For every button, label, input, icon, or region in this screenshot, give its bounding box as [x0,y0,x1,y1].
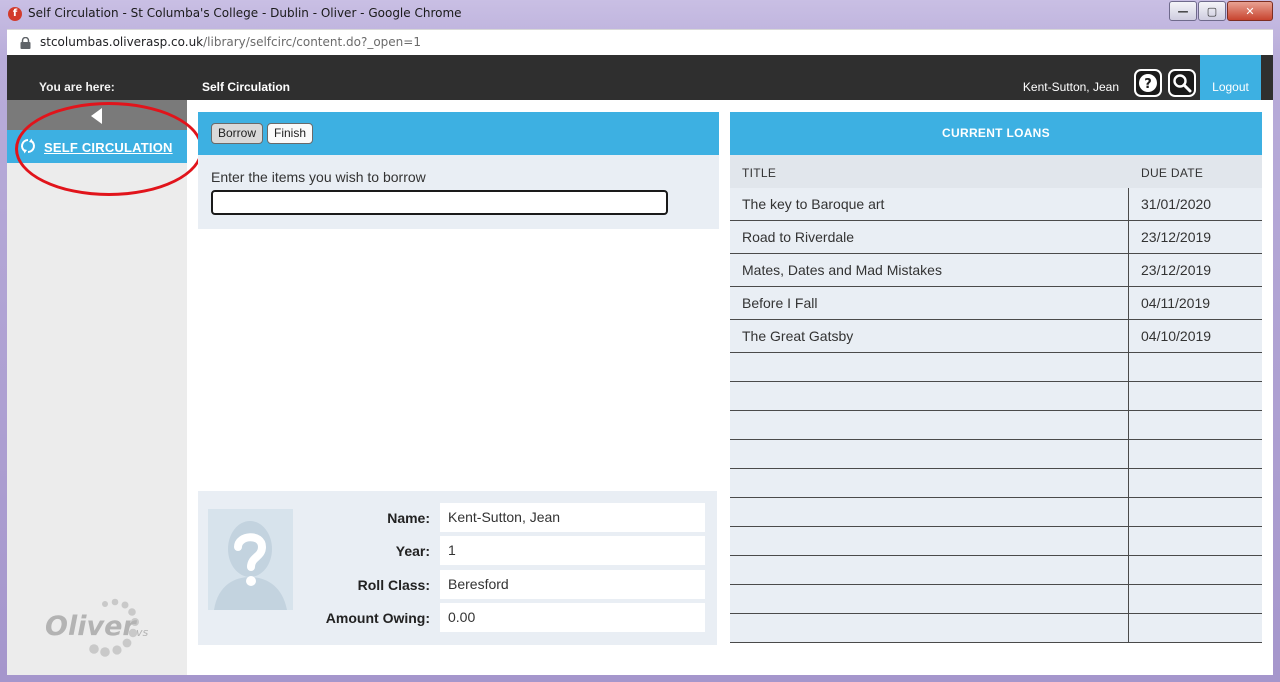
lock-icon [20,37,31,49]
url-text[interactable]: stcolumbas.oliverasp.co.uk/library/selfc… [40,35,421,49]
url-path: /library/selfcirc/content.do?_open=1 [203,35,421,49]
logout-button[interactable]: Logout [1200,55,1261,100]
amount-owing-label: Amount Owing: [325,610,430,626]
sidebar-item-self-circulation[interactable]: SELF CIRCULATION [7,130,187,163]
finish-button[interactable]: Finish [267,123,314,144]
loan-title: The Great Gatsby [742,328,854,344]
patron-amount-owing: 0.00 [440,603,705,632]
web-page: You are here: Self Circulation Kent-Sutt… [7,55,1273,675]
column-title-header[interactable]: TITLE [742,166,776,180]
help-glyph: ? [1144,77,1152,92]
roll-class-label: Roll Class: [357,577,430,593]
browser-window: f Self Circulation - St Columba's Colleg… [0,0,1280,682]
top-bar: You are here: Self Circulation Kent-Sutt… [7,55,1273,100]
help-icon: ? [1139,74,1157,92]
breadcrumb: Self Circulation [202,80,291,94]
search-icon [1173,74,1192,93]
you-are-here-label: You are here: [39,80,115,94]
borrow-button[interactable]: Borrow [211,123,264,144]
window-controls: — ▢ ✕ [1169,1,1273,21]
maximize-button[interactable]: ▢ [1198,1,1226,21]
table-row[interactable]: Road to Riverdale 23/12/2019 [730,221,1262,254]
borrow-prompt: Enter the items you wish to borrow [211,169,426,185]
loan-due-date: 04/10/2019 [1141,328,1212,344]
empty-table-row [730,469,1262,498]
borrow-item-input[interactable] [211,190,668,215]
patron-year: 1 [440,536,705,565]
close-window-button[interactable]: ✕ [1227,1,1273,21]
loan-title: Road to Riverdale [742,229,855,245]
loans-table-body: The key to Baroque art 31/01/2020 Road to… [730,188,1262,643]
sidebar-item-label: SELF CIRCULATION [44,140,173,155]
title-bar: f Self Circulation - St Columba's Colleg… [0,0,1280,28]
loan-title: The key to Baroque art [742,196,885,212]
site-favicon-icon: f [8,7,22,21]
collapse-sidebar-button[interactable] [7,100,187,130]
logo-text: Oliver [45,611,137,642]
loan-due-date: 23/12/2019 [1141,229,1212,245]
table-row[interactable]: Mates, Dates and Mad Mistakes 23/12/2019 [730,254,1262,287]
current-loans-panel: CURRENT LOANS TITLE DUE DATE The key to … [730,112,1262,647]
help-button[interactable]: ? [1134,69,1162,97]
oliver-logo: Oliver vs [45,598,149,657]
loan-due-date: 04/11/2019 [1141,295,1211,311]
current-user-name: Kent-Sutton, Jean [1022,80,1119,94]
loan-title: Mates, Dates and Mad Mistakes [742,262,942,278]
empty-table-row [730,556,1262,585]
url-host: stcolumbas.oliverasp.co.uk [40,35,204,49]
table-row[interactable]: The Great Gatsby 04/10/2019 [730,320,1262,353]
name-label: Name: [387,510,430,526]
table-row[interactable]: Before I Fall 04/11/2019 [730,287,1262,320]
patron-roll-class: Beresford [440,570,705,599]
current-loans-heading: CURRENT LOANS [730,112,1262,155]
circulation-icon [21,138,35,154]
empty-table-row [730,382,1262,411]
minimize-button[interactable]: — [1169,1,1197,21]
logout-label: Logout [1212,80,1249,94]
patron-photo-placeholder [208,509,293,610]
patron-name: Kent-Sutton, Jean [440,503,705,532]
search-button[interactable] [1168,69,1196,97]
year-label: Year: [395,543,430,559]
loans-column-header: TITLE DUE DATE [730,155,1262,188]
empty-table-row [730,498,1262,527]
borrow-toolbar: Borrow Finish [198,112,719,155]
empty-table-row [730,585,1262,614]
borrow-panel: Borrow Finish Enter the items you wish t… [198,112,719,229]
logo-suffix: vs [136,626,149,639]
address-bar[interactable]: stcolumbas.oliverasp.co.uk/library/selfc… [7,29,1273,55]
empty-table-row [730,527,1262,556]
column-due-date-header[interactable]: DUE DATE [1141,166,1203,180]
window-title: Self Circulation - St Columba's College … [28,6,462,20]
loan-due-date: 31/01/2020 [1141,196,1212,212]
patron-panel: Name: Kent-Sutton, Jean Year: 1 Roll Cla… [198,491,717,645]
empty-table-row [730,614,1262,643]
empty-table-row [730,411,1262,440]
arrow-left-icon [91,108,102,124]
empty-table-row [730,353,1262,382]
empty-table-row [730,440,1262,469]
loan-title: Before I Fall [742,295,818,311]
sidebar: SELF CIRCULATION Oliver vs [7,100,203,675]
loan-due-date: 23/12/2019 [1141,262,1212,278]
table-row[interactable]: The key to Baroque art 31/01/2020 [730,188,1262,221]
